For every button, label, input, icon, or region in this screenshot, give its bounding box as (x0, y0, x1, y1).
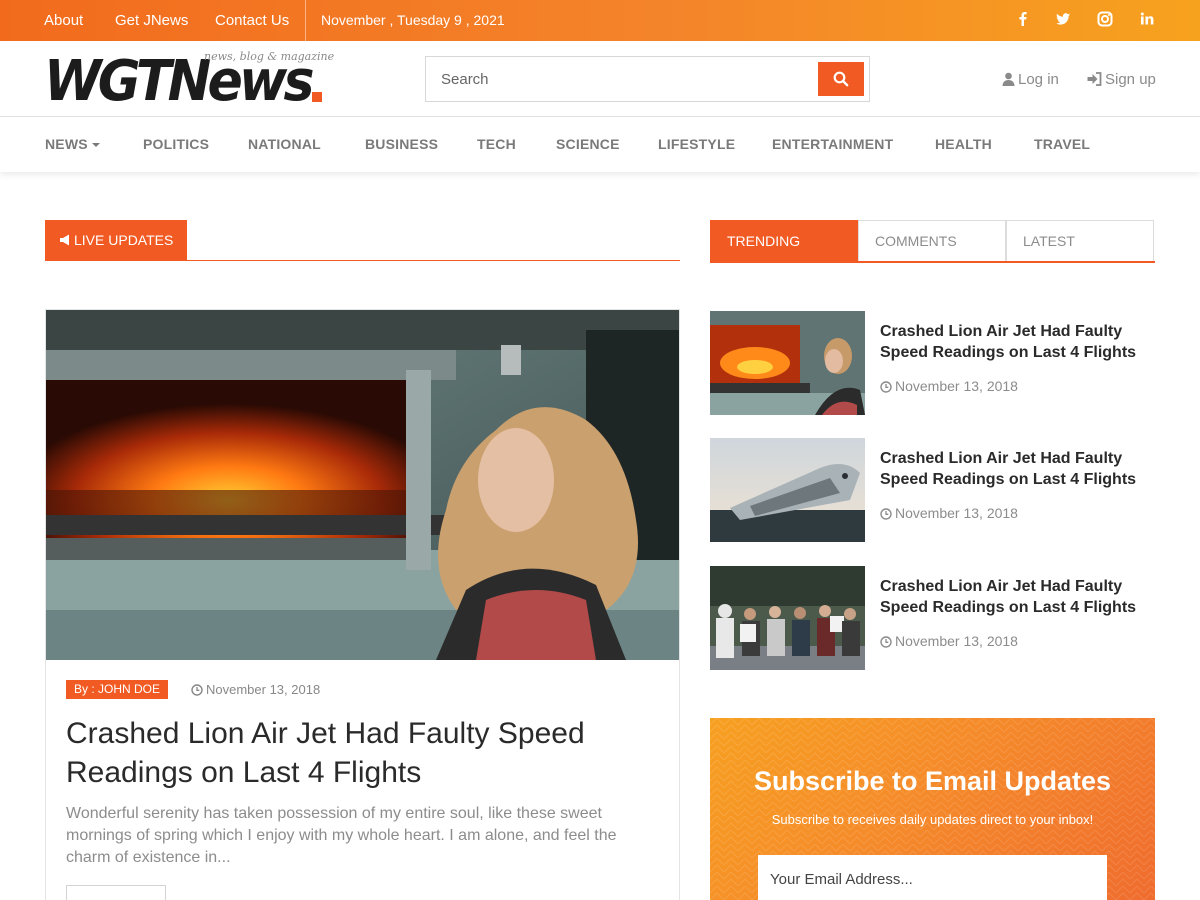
main-nav: NEWS POLITICS NATIONAL BUSINESS TECH SCI… (0, 117, 1200, 172)
nav-item-travel[interactable]: TRAVEL (1034, 117, 1090, 172)
trending-title[interactable]: Crashed Lion Air Jet Had Faulty Speed Re… (880, 448, 1150, 490)
list-item: Crashed Lion Air Jet Had Faulty Speed Re… (710, 566, 1155, 670)
top-link-contact[interactable]: Contact Us (215, 0, 289, 41)
clock-icon (880, 508, 892, 520)
caret-down-icon (91, 143, 100, 147)
tab-latest[interactable]: LATEST (1006, 220, 1154, 261)
list-item: Crashed Lion Air Jet Had Faulty Speed Re… (710, 311, 1155, 415)
trending-date-text: November 13, 2018 (895, 505, 1018, 521)
top-bar-divider (305, 0, 306, 41)
nav-item-lifestyle[interactable]: LIFESTYLE (658, 117, 735, 172)
search-bar (425, 56, 870, 102)
top-bar: About Get JNews Contact Us November , Tu… (0, 0, 1200, 41)
live-updates-header: LIVE UPDATES (45, 220, 680, 261)
user-icon (1002, 72, 1015, 86)
signup-label: Sign up (1105, 71, 1156, 88)
trending-date: November 13, 2018 (880, 505, 1018, 521)
nav-item-entertainment[interactable]: ENTERTAINMENT (772, 117, 893, 172)
search-button[interactable] (818, 62, 864, 96)
nav-item-news[interactable]: NEWS (45, 117, 100, 172)
trending-thumbnail[interactable] (710, 438, 865, 542)
subscribe-box: Subscribe to Email Updates Subscribe to … (710, 718, 1155, 900)
trending-thumbnail[interactable] (710, 566, 865, 670)
trending-date: November 13, 2018 (880, 378, 1018, 394)
trending-title[interactable]: Crashed Lion Air Jet Had Faulty Speed Re… (880, 321, 1150, 363)
trending-date-text: November 13, 2018 (895, 378, 1018, 394)
trending-title[interactable]: Crashed Lion Air Jet Had Faulty Speed Re… (880, 576, 1150, 618)
top-link-about[interactable]: About (44, 0, 83, 41)
nav-item-health[interactable]: HEALTH (935, 117, 992, 172)
nav-item-national[interactable]: NATIONAL (248, 117, 321, 172)
site-header: WGTNews news, blog & magazine Log in Sig… (0, 41, 1200, 117)
nav-item-politics[interactable]: POLITICS (143, 117, 209, 172)
clock-icon (191, 684, 203, 696)
login-label: Log in (1018, 71, 1059, 88)
site-logo[interactable]: WGTNews news, blog & magazine (44, 49, 334, 113)
live-updates-label: LIVE UPDATES (74, 232, 174, 248)
clock-icon (880, 636, 892, 648)
search-input[interactable] (426, 57, 816, 101)
facebook-icon[interactable] (1013, 9, 1033, 29)
twitter-icon[interactable] (1053, 9, 1073, 29)
trending-thumbnail[interactable] (710, 311, 865, 415)
article-date: November 13, 2018 (191, 680, 320, 699)
login-link[interactable]: Log in (1002, 71, 1059, 88)
signup-link[interactable]: Sign up (1087, 71, 1156, 88)
clock-icon (880, 381, 892, 393)
nav-item-science[interactable]: SCIENCE (556, 117, 620, 172)
subscribe-title: Subscribe to Email Updates (753, 766, 1112, 796)
logo-accent-dot (312, 92, 322, 102)
tab-comments[interactable]: COMMENTS (858, 220, 1006, 261)
nav-item-business[interactable]: BUSINESS (365, 117, 438, 172)
email-field[interactable] (758, 855, 1107, 900)
sidebar-tabs: TRENDING COMMENTS LATEST (710, 220, 1155, 263)
sign-in-icon (1087, 72, 1102, 86)
live-updates-badge: LIVE UPDATES (45, 220, 187, 261)
logo-tagline: news, blog & magazine (204, 50, 335, 63)
article-excerpt: Wonderful serenity has taken possession … (66, 805, 617, 866)
trending-date-text: November 13, 2018 (895, 633, 1018, 649)
article-title[interactable]: Crashed Lion Air Jet Had Faulty Speed Re… (66, 714, 656, 792)
subscribe-subtitle: Subscribe to receives daily updates dire… (771, 812, 1094, 827)
featured-article-image[interactable] (46, 310, 679, 660)
search-icon (833, 71, 849, 87)
nav-item-label: NEWS (45, 136, 88, 152)
current-date: November , Tuesday 9 , 2021 (321, 12, 505, 28)
author-badge[interactable]: By : JOHN DOE (66, 680, 169, 699)
megaphone-icon (60, 234, 69, 246)
read-more-button[interactable] (66, 885, 166, 900)
tab-trending[interactable]: TRENDING (710, 220, 858, 261)
list-item: Crashed Lion Air Jet Had Faulty Speed Re… (710, 438, 1155, 542)
linkedin-icon[interactable] (1137, 9, 1157, 29)
article-date-text: November 13, 2018 (206, 682, 321, 697)
trending-date: November 13, 2018 (880, 633, 1018, 649)
featured-article: By : JOHN DOE November 13, 2018 Crashed … (45, 309, 680, 900)
instagram-icon[interactable] (1095, 9, 1115, 29)
nav-item-tech[interactable]: TECH (477, 117, 516, 172)
top-link-get-jnews[interactable]: Get JNews (115, 0, 188, 41)
